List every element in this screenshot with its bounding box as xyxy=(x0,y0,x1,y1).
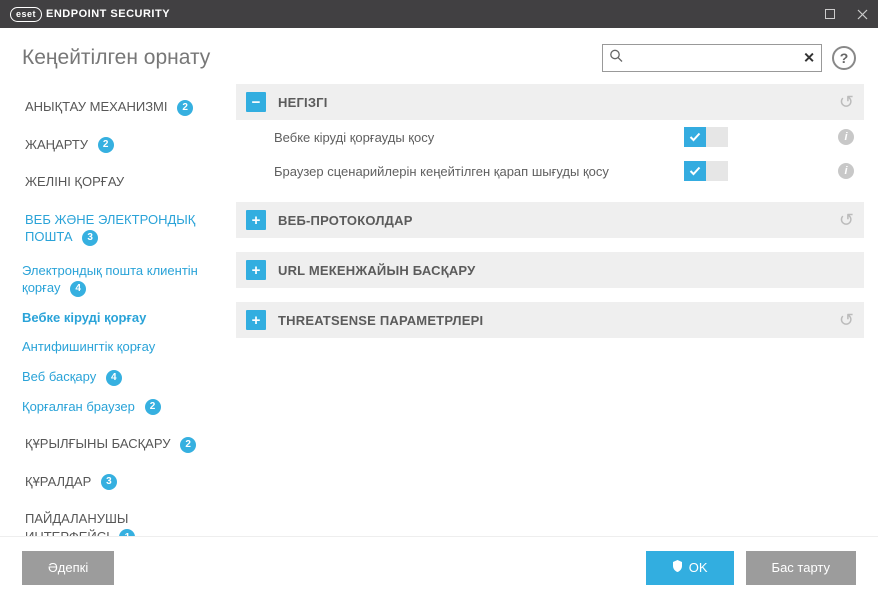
sidebar-badge: 2 xyxy=(177,100,193,116)
row-label: Браузер сценарийлерін кеңейтілген қарап … xyxy=(274,164,684,179)
sidebar: АНЫҚТАУ МЕХАНИЗМІ 2 ЖАҢАРТУ 2 ЖЕЛІНІ ҚОР… xyxy=(0,84,228,536)
sidebar-item-label: АНЫҚТАУ МЕХАНИЗМІ xyxy=(25,99,168,114)
sidebar-badge: 4 xyxy=(106,370,122,386)
reset-icon[interactable]: ↺ xyxy=(839,210,854,231)
section-title: URL МЕКЕНЖАЙЫН БАСҚАРУ xyxy=(278,263,475,278)
button-label: Әдепкі xyxy=(48,560,88,575)
sidebar-badge: 3 xyxy=(82,230,98,246)
cancel-button[interactable]: Бас тарту xyxy=(746,551,856,585)
maximize-icon xyxy=(825,9,835,19)
row-enable-script-scan: Браузер сценарийлерін кеңейтілген қарап … xyxy=(236,154,864,188)
section-rows: Вебке кіруді қорғауды қосу i Браузер сце… xyxy=(236,120,864,188)
sidebar-item-label: ҚҰРАЛДАР xyxy=(25,474,91,489)
sidebar-item-label: ЖАҢАРТУ xyxy=(25,137,88,152)
sidebar-badge: 2 xyxy=(180,437,196,453)
sidebar-badge: 2 xyxy=(98,137,114,153)
sidebar-item-label: ЖЕЛІНІ ҚОРҒАУ xyxy=(25,174,124,189)
sidebar-badge: 4 xyxy=(70,281,86,297)
page-title: Кеңейтілген орнату xyxy=(22,46,210,70)
sidebar-item-device[interactable]: ҚҰРЫЛҒЫНЫ БАСҚАРУ 2 xyxy=(0,429,228,459)
expand-icon[interactable]: + xyxy=(246,310,266,330)
sidebar-item-label: ВЕБ ЖӘНЕ ЭЛЕКТРОНДЫҚ ПОШТА xyxy=(25,212,195,245)
search-box[interactable]: ✕ xyxy=(602,44,822,72)
default-button[interactable]: Әдепкі xyxy=(22,551,114,585)
sidebar-item-ui[interactable]: ПАЙДАЛАНУШЫ ИНТЕРФЕЙСІ 1 xyxy=(0,504,228,536)
sidebar-item-tools[interactable]: ҚҰРАЛДАР 3 xyxy=(0,467,228,497)
sidebar-item-label: Электрондық пошта клиентін қорғау xyxy=(22,263,198,296)
sidebar-item-network[interactable]: ЖЕЛІНІ ҚОРҒАУ xyxy=(0,167,228,197)
brand: eset ENDPOINT SECURITY xyxy=(10,7,170,22)
search-icon xyxy=(609,49,623,68)
close-icon xyxy=(857,9,868,20)
sidebar-item-web-control[interactable]: Веб басқару 4 xyxy=(0,362,228,392)
body: АНЫҚТАУ МЕХАНИЗМІ 2 ЖАҢАРТУ 2 ЖЕЛІНІ ҚОР… xyxy=(0,84,878,536)
reset-icon[interactable]: ↺ xyxy=(839,310,854,331)
sidebar-item-web-access[interactable]: Вебке кіруді қорғау xyxy=(0,303,228,333)
close-button[interactable] xyxy=(846,0,878,28)
brand-product: ENDPOINT SECURITY xyxy=(46,8,170,20)
search-area: ✕ ? xyxy=(602,44,856,72)
section-title: ВЕБ-ПРОТОКОЛДАР xyxy=(278,213,413,228)
section-header-basic[interactable]: − НЕГІЗГІ ↺ xyxy=(236,84,864,120)
section-header-url-management[interactable]: + URL МЕКЕНЖАЙЫН БАСҚАРУ xyxy=(236,252,864,288)
sidebar-item-label: ҚҰРЫЛҒЫНЫ БАСҚАРУ xyxy=(25,436,170,451)
expand-icon[interactable]: + xyxy=(246,260,266,280)
page-header: Кеңейтілген орнату ✕ ? xyxy=(0,28,878,84)
row-enable-web-access: Вебке кіруді қорғауды қосу i xyxy=(236,120,864,154)
sidebar-item-label: Вебке кіруді қорғау xyxy=(22,310,146,325)
sidebar-item-secure-browser[interactable]: Қорғалған браузер 2 xyxy=(0,392,228,422)
section-title: НЕГІЗГІ xyxy=(278,95,328,110)
sidebar-item-label: ПАЙДАЛАНУШЫ ИНТЕРФЕЙСІ xyxy=(25,511,128,536)
check-icon xyxy=(684,161,706,181)
search-clear-icon[interactable]: ✕ xyxy=(803,50,815,67)
button-label: OK xyxy=(689,560,708,575)
sidebar-item-update[interactable]: ЖАҢАРТУ 2 xyxy=(0,130,228,160)
expand-icon[interactable]: + xyxy=(246,210,266,230)
section-threatsense: + THREATSENSE ПАРАМЕТРЛЕРІ ↺ xyxy=(236,302,864,338)
brand-eset: eset xyxy=(10,7,42,22)
toggle-off-side xyxy=(706,127,728,147)
info-icon[interactable]: i xyxy=(838,129,854,145)
toggle-off-side xyxy=(706,161,728,181)
sidebar-item-web-email[interactable]: ВЕБ ЖӘНЕ ЭЛЕКТРОНДЫҚ ПОШТА 3 xyxy=(0,205,228,252)
footer: Әдепкі OK Бас тарту xyxy=(0,536,878,598)
info-icon[interactable]: i xyxy=(838,163,854,179)
titlebar: eset ENDPOINT SECURITY xyxy=(0,0,878,28)
section-title: THREATSENSE ПАРАМЕТРЛЕРІ xyxy=(278,313,483,328)
content: − НЕГІЗГІ ↺ Вебке кіруді қорғауды қосу i xyxy=(228,84,878,536)
toggle-script-scan[interactable] xyxy=(684,161,728,181)
help-button[interactable]: ? xyxy=(832,46,856,70)
collapse-icon[interactable]: − xyxy=(246,92,266,112)
sidebar-item-label: Веб басқару xyxy=(22,369,96,384)
sidebar-item-label: Қорғалған браузер xyxy=(22,399,135,414)
section-basic: − НЕГІЗГІ ↺ Вебке кіруді қорғауды қосу i xyxy=(236,84,864,188)
sidebar-item-label: Антифишингтік қорғау xyxy=(22,339,155,354)
check-icon xyxy=(684,127,706,147)
button-label: Бас тарту xyxy=(772,560,830,575)
search-input[interactable] xyxy=(603,45,821,71)
shield-icon xyxy=(672,560,683,575)
sidebar-badge: 3 xyxy=(101,474,117,490)
sidebar-item-detection[interactable]: АНЫҚТАУ МЕХАНИЗМІ 2 xyxy=(0,92,228,122)
toggle-web-access[interactable] xyxy=(684,127,728,147)
section-url-management: + URL МЕКЕНЖАЙЫН БАСҚАРУ xyxy=(236,252,864,288)
sidebar-item-email-client[interactable]: Электрондық пошта клиентін қорғау 4 xyxy=(0,256,228,303)
section-web-protocols: + ВЕБ-ПРОТОКОЛДАР ↺ xyxy=(236,202,864,238)
sidebar-badge: 2 xyxy=(145,399,161,415)
sidebar-badge: 1 xyxy=(119,529,135,536)
section-header-threatsense[interactable]: + THREATSENSE ПАРАМЕТРЛЕРІ ↺ xyxy=(236,302,864,338)
ok-button[interactable]: OK xyxy=(646,551,734,585)
reset-icon[interactable]: ↺ xyxy=(839,92,854,113)
section-header-web-protocols[interactable]: + ВЕБ-ПРОТОКОЛДАР ↺ xyxy=(236,202,864,238)
row-label: Вебке кіруді қорғауды қосу xyxy=(274,130,684,145)
window-controls xyxy=(814,0,878,28)
maximize-button[interactable] xyxy=(814,0,846,28)
sidebar-item-antiphishing[interactable]: Антифишингтік қорғау xyxy=(0,332,228,362)
